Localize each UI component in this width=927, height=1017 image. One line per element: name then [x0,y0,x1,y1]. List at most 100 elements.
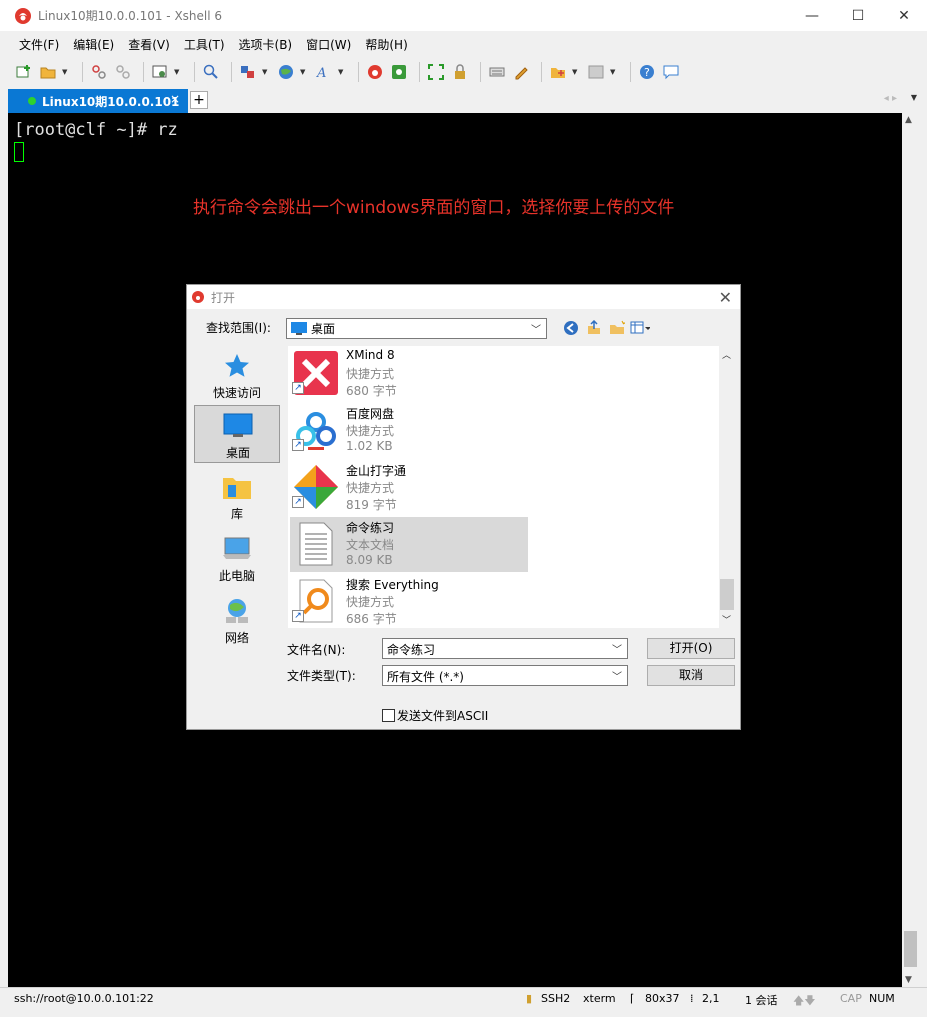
back-icon[interactable] [561,319,581,337]
dialog-title: 打开 [211,290,236,305]
properties-dropdown-icon[interactable]: ▼ [174,68,182,76]
session-arrows-icon[interactable]: 🡅🡇 [793,992,816,1011]
filename-label: 文件名(N): [287,643,346,657]
lookin-label: 查找范围(I): [206,321,271,335]
text-document-icon [299,522,333,566]
dialog-close-button[interactable]: ✕ [719,288,732,307]
ascii-checkbox-row[interactable]: 发送文件到ASCII [382,707,488,724]
menu-window[interactable]: 窗口(W) [299,36,358,53]
filename-value: 命令练习 [387,643,436,657]
place-network[interactable]: 网络 [194,591,280,649]
file-item[interactable]: ↗ 金山打字通 快捷方式 819 字节 [290,460,528,515]
chevron-down-icon[interactable]: ﹀ [612,641,622,656]
transfer-icon[interactable] [238,62,258,82]
filetype-value: 所有文件 (*.*) [387,670,464,684]
chat-icon[interactable] [661,62,681,82]
tab-menu-icon[interactable]: ▼ [911,93,917,102]
font-icon[interactable]: A [314,62,334,82]
new-tab-folder-icon[interactable] [548,62,568,82]
tab-scroll-arrows-icon[interactable]: ◂ ▸ [884,93,897,104]
svg-text:A: A [316,66,326,80]
desktop-icon [223,413,253,437]
places-sidebar: 快速访问 桌面 库 此电脑 网络 [194,346,282,645]
cancel-button[interactable]: 取消 [647,665,735,686]
close-button[interactable]: ✕ [881,0,927,31]
new-session-icon[interactable] [14,62,34,82]
font-dropdown-icon[interactable]: ▼ [338,68,346,76]
scroll-down-icon[interactable]: ﹀ [722,613,731,626]
open-file-dialog: 打开 ✕ 查找范围(I): 桌面 ﹀ 快速访问 桌面 库 此电脑 网络 ↗ XM… [186,284,741,730]
menu-bar: 文件(F) 编辑(E) 查看(V) 工具(T) 选项卡(B) 窗口(W) 帮助(… [0,31,927,57]
open-button[interactable]: 打开(O) [647,638,735,659]
add-tab-button[interactable]: + [190,91,208,109]
place-library[interactable]: 库 [194,467,280,525]
file-size: 819 字节 [346,498,397,512]
menu-file[interactable]: 文件(F) [12,36,66,53]
menu-view[interactable]: 查看(V) [121,36,177,53]
highlight-pen-icon[interactable] [511,62,531,82]
scroll-down-icon[interactable]: ▼ [905,975,912,985]
keyboard-icon[interactable] [487,62,507,82]
fullscreen-icon[interactable] [426,62,446,82]
filetype-select[interactable]: 所有文件 (*.*) ﹀ [382,665,628,686]
new-folder-icon[interactable] [607,319,627,337]
globe-dropdown-icon[interactable]: ▼ [300,68,308,76]
menu-tools[interactable]: 工具(T) [177,36,232,53]
find-icon[interactable] [201,62,221,82]
scroll-up-icon[interactable]: ︿ [722,348,731,361]
transfer-dropdown-icon[interactable]: ▼ [262,68,270,76]
minimize-button[interactable]: — [789,0,835,31]
filename-input[interactable]: 命令练习 ﹀ [382,638,628,659]
toolbar: ▼ ▼ ▼ ▼ A ▼ ▼ ▼ ? [0,57,927,87]
xshell-logo-icon [192,291,204,303]
maximize-button[interactable]: ☐ [835,0,881,31]
layout-icon[interactable] [586,62,606,82]
disconnect-icon[interactable] [113,62,133,82]
connect-icon[interactable] [89,62,109,82]
file-list[interactable]: ↗ XMind 8 快捷方式 680 字节 ↗ 百度网盘 快捷方式 1.02 K… [288,346,735,628]
ascii-checkbox[interactable] [382,709,395,722]
file-name: 百度网盘 [346,407,395,421]
layout-dropdown-icon[interactable]: ▼ [610,68,618,76]
file-item-selected[interactable]: 命令练习 文本文档 8.09 KB [290,517,528,572]
tab-close-icon[interactable]: × [170,92,180,106]
file-size: 686 字节 [346,612,397,626]
view-menu-icon[interactable] [630,319,650,337]
scroll-up-icon[interactable]: ▲ [905,115,912,125]
file-size: 1.02 KB [346,439,393,453]
file-item[interactable]: ↗ 搜索 Everything 快捷方式 686 字节 [290,574,528,629]
terminal-scrollbar[interactable]: ▲ ▼ [902,113,919,987]
menu-help[interactable]: 帮助(H) [358,36,414,53]
place-label: 此电脑 [218,569,255,583]
open-dropdown-icon[interactable]: ▼ [62,68,70,76]
xftp-green-icon[interactable] [389,62,409,82]
up-folder-icon[interactable] [584,319,604,337]
menu-edit[interactable]: 编辑(E) [66,36,121,53]
chevron-down-icon[interactable]: ﹀ [612,668,622,683]
open-folder-icon[interactable] [38,62,58,82]
place-label: 快速访问 [212,386,261,400]
new-tab-dropdown-icon[interactable]: ▼ [572,68,580,76]
menu-tab[interactable]: 选项卡(B) [232,36,300,53]
lock-icon[interactable] [450,62,470,82]
help-icon[interactable]: ? [637,62,657,82]
tab-session[interactable]: Linux10期10.0.0.101 × [8,89,188,113]
xshell-red-icon[interactable] [365,62,385,82]
place-quick-access[interactable]: 快速访问 [194,346,280,404]
file-list-scrollbar[interactable]: ︿ ﹀ [719,346,735,628]
star-icon [225,354,249,377]
lookin-value: 桌面 [311,322,336,336]
scrollbar-thumb[interactable] [720,579,734,610]
chevron-down-icon[interactable]: ﹀ [531,321,541,336]
title-bar: Linux10期10.0.0.101 - Xshell 6 — ☐ ✕ [0,0,927,31]
place-this-pc[interactable]: 此电脑 [194,529,280,587]
lookin-select[interactable]: 桌面 ﹀ [286,318,547,339]
file-item[interactable]: ↗ XMind 8 快捷方式 680 字节 [290,346,528,401]
status-position: 2,1 [702,992,720,1005]
file-item[interactable]: ↗ 百度网盘 快捷方式 1.02 KB [290,403,528,458]
globe-icon[interactable] [276,62,296,82]
properties-icon[interactable] [150,62,170,82]
xshell-logo-icon [15,7,31,24]
place-desktop[interactable]: 桌面 [194,405,280,463]
scrollbar-thumb[interactable] [904,931,917,967]
